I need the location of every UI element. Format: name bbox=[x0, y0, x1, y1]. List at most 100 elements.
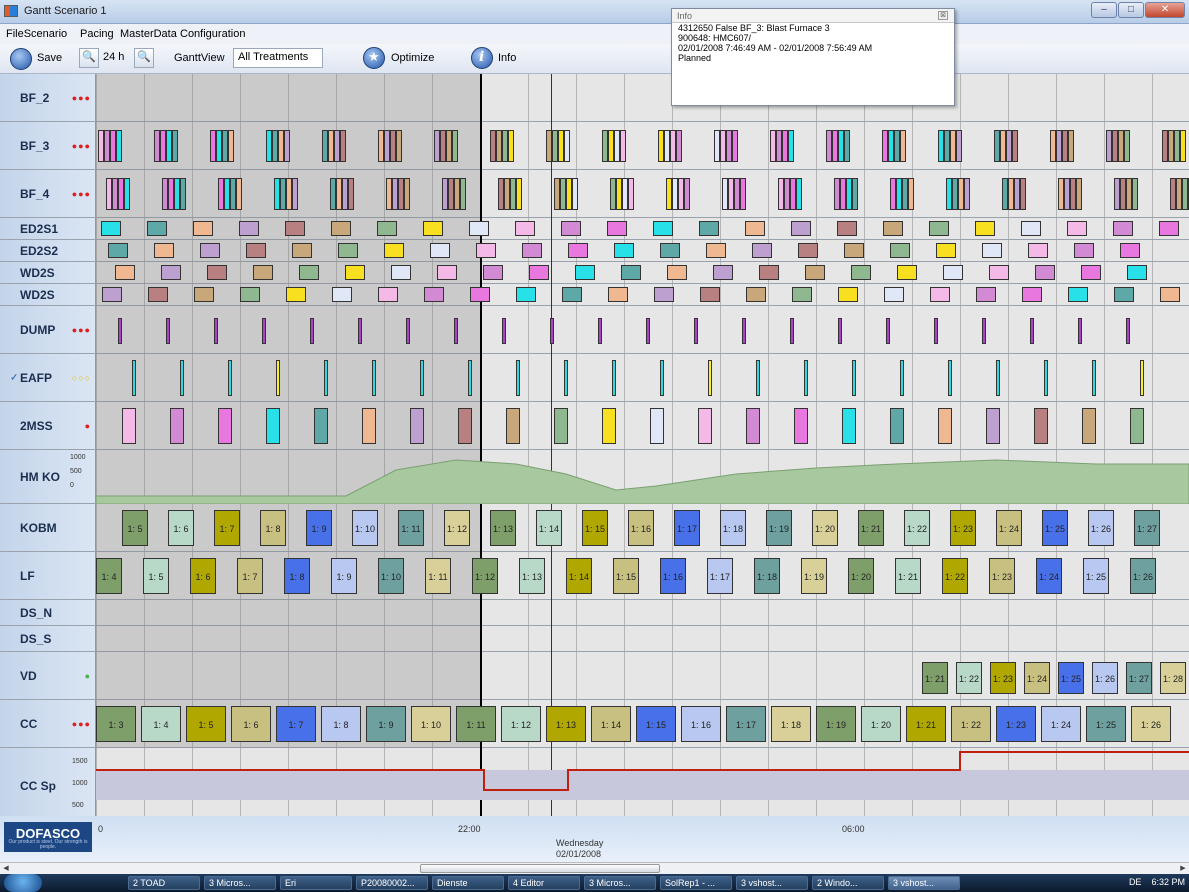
heat-block[interactable]: 1: 23 bbox=[950, 510, 976, 546]
task-block[interactable] bbox=[170, 408, 184, 444]
task-block[interactable] bbox=[1160, 287, 1180, 302]
taskbar-item[interactable]: 4 Editor bbox=[508, 876, 580, 890]
task-block[interactable] bbox=[791, 221, 811, 236]
task-block[interactable] bbox=[732, 130, 738, 162]
task-block[interactable] bbox=[200, 243, 220, 258]
heat-block[interactable]: 1: 21 bbox=[922, 662, 948, 694]
task-block[interactable] bbox=[1012, 130, 1018, 162]
task-block[interactable] bbox=[1034, 408, 1048, 444]
task-block[interactable] bbox=[1074, 243, 1094, 258]
task-block[interactable] bbox=[1132, 178, 1138, 210]
heat-block[interactable]: 1: 25 bbox=[1086, 706, 1126, 742]
task-block[interactable] bbox=[790, 318, 794, 344]
task-block[interactable] bbox=[698, 408, 712, 444]
task-block[interactable] bbox=[396, 130, 402, 162]
task-block[interactable] bbox=[742, 318, 746, 344]
task-block[interactable] bbox=[1068, 130, 1074, 162]
task-block[interactable] bbox=[292, 178, 298, 210]
heat-block[interactable]: 1: 14 bbox=[591, 706, 631, 742]
task-block[interactable] bbox=[460, 178, 466, 210]
task-block[interactable] bbox=[180, 178, 186, 210]
gantt-row-ed2s2[interactable]: ED2S2 bbox=[0, 240, 1189, 262]
task-block[interactable] bbox=[372, 360, 376, 396]
task-block[interactable] bbox=[1140, 360, 1144, 396]
task-block[interactable] bbox=[1078, 318, 1082, 344]
task-block[interactable] bbox=[1126, 318, 1130, 344]
task-block[interactable] bbox=[348, 178, 354, 210]
heat-block[interactable]: 1: 23 bbox=[989, 558, 1015, 594]
taskbar-item[interactable]: 3 Micros... bbox=[584, 876, 656, 890]
task-block[interactable] bbox=[266, 408, 280, 444]
start-button-icon[interactable] bbox=[4, 874, 42, 892]
taskbar-item[interactable]: 2 Windo... bbox=[812, 876, 884, 890]
task-block[interactable] bbox=[516, 178, 522, 210]
task-block[interactable] bbox=[284, 130, 290, 162]
zoom-out-icon[interactable]: 🔍 bbox=[79, 48, 99, 68]
treatment-filter-select[interactable]: All Treatments bbox=[233, 48, 323, 68]
task-block[interactable] bbox=[101, 221, 121, 236]
task-block[interactable] bbox=[708, 360, 712, 396]
task-block[interactable] bbox=[377, 221, 397, 236]
task-block[interactable] bbox=[660, 243, 680, 258]
task-block[interactable] bbox=[986, 408, 1000, 444]
task-block[interactable] bbox=[1022, 287, 1042, 302]
task-block[interactable] bbox=[529, 265, 549, 280]
taskbar-item[interactable]: 2 TOAD bbox=[128, 876, 200, 890]
heat-block[interactable]: 1: 18 bbox=[754, 558, 780, 594]
task-block[interactable] bbox=[628, 178, 634, 210]
heat-block[interactable]: 1: 11 bbox=[425, 558, 451, 594]
task-block[interactable] bbox=[522, 243, 542, 258]
task-block[interactable] bbox=[654, 287, 674, 302]
task-block[interactable] bbox=[897, 265, 917, 280]
task-block[interactable] bbox=[515, 221, 535, 236]
task-block[interactable] bbox=[180, 360, 184, 396]
task-block[interactable] bbox=[214, 318, 218, 344]
heat-block[interactable]: 1: 21 bbox=[906, 706, 946, 742]
heat-block[interactable]: 1: 24 bbox=[1024, 662, 1050, 694]
task-block[interactable] bbox=[684, 178, 690, 210]
task-block[interactable] bbox=[406, 318, 410, 344]
zoom-in-icon[interactable]: 🔍 bbox=[134, 48, 154, 68]
task-block[interactable] bbox=[147, 221, 167, 236]
task-block[interactable] bbox=[975, 221, 995, 236]
task-block[interactable] bbox=[299, 265, 319, 280]
heat-block[interactable]: 1: 23 bbox=[996, 706, 1036, 742]
heat-block[interactable]: 1: 12 bbox=[501, 706, 541, 742]
heat-block[interactable]: 1: 27 bbox=[1126, 662, 1152, 694]
heat-block[interactable]: 1: 18 bbox=[720, 510, 746, 546]
task-block[interactable] bbox=[378, 287, 398, 302]
task-block[interactable] bbox=[550, 318, 554, 344]
task-block[interactable] bbox=[884, 287, 904, 302]
task-block[interactable] bbox=[324, 360, 328, 396]
heat-block[interactable]: 1: 9 bbox=[306, 510, 332, 546]
heat-block[interactable]: 1: 15 bbox=[582, 510, 608, 546]
heat-block[interactable]: 1: 20 bbox=[848, 558, 874, 594]
heat-block[interactable]: 1: 11 bbox=[398, 510, 424, 546]
task-block[interactable] bbox=[575, 265, 595, 280]
task-block[interactable] bbox=[883, 221, 903, 236]
heat-block[interactable]: 1: 11 bbox=[456, 706, 496, 742]
heat-block[interactable]: 1: 26 bbox=[1131, 706, 1171, 742]
heat-block[interactable]: 1: 13 bbox=[490, 510, 516, 546]
gantt-row-wd2s[interactable]: WD2S bbox=[0, 284, 1189, 306]
heat-block[interactable]: 1: 25 bbox=[1058, 662, 1084, 694]
task-block[interactable] bbox=[331, 221, 351, 236]
task-block[interactable] bbox=[345, 265, 365, 280]
task-block[interactable] bbox=[420, 360, 424, 396]
task-block[interactable] bbox=[614, 243, 634, 258]
task-block[interactable] bbox=[746, 287, 766, 302]
menu-configuration[interactable]: Configuration bbox=[180, 28, 245, 40]
task-block[interactable] bbox=[437, 265, 457, 280]
task-block[interactable] bbox=[938, 408, 952, 444]
task-block[interactable] bbox=[676, 130, 682, 162]
heat-block[interactable]: 1: 8 bbox=[260, 510, 286, 546]
task-block[interactable] bbox=[1092, 360, 1096, 396]
task-block[interactable] bbox=[852, 178, 858, 210]
heat-block[interactable]: 1: 19 bbox=[766, 510, 792, 546]
task-block[interactable] bbox=[410, 408, 424, 444]
task-block[interactable] bbox=[804, 360, 808, 396]
task-block[interactable] bbox=[838, 318, 842, 344]
heat-block[interactable]: 1: 4 bbox=[96, 558, 122, 594]
task-block[interactable] bbox=[844, 130, 850, 162]
task-block[interactable] bbox=[218, 408, 232, 444]
